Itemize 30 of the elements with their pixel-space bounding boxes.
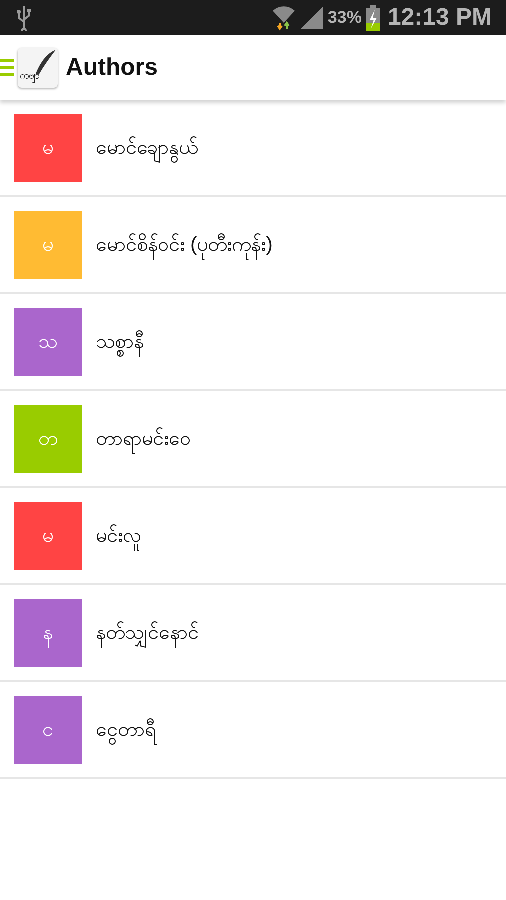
author-row[interactable]: မ မောင်စိန်ဝင်း (ပုတီးကုန်း) [0, 197, 506, 294]
author-row[interactable]: န နတ်သျှင်နောင် [0, 585, 506, 682]
usb-icon [16, 4, 32, 30]
author-name: တာရာမင်းဝေ [96, 424, 191, 454]
author-name: မောင်ချောနွယ် [96, 132, 198, 162]
battery-percent: 33% [328, 6, 362, 29]
author-row[interactable]: င ငွေတာရီ [0, 682, 506, 779]
initial-tile: န [14, 598, 82, 666]
author-row[interactable]: တ တာရာမင်းဝေ [0, 391, 506, 488]
initial-tile: သ [14, 308, 82, 376]
wifi-icon [272, 4, 296, 30]
author-row[interactable]: မ မင်းလူ [0, 488, 506, 585]
initial-tile: မ [14, 210, 82, 278]
screen-title: Authors [66, 52, 158, 82]
author-name: နတ်သျှင်နောင် [96, 618, 199, 648]
author-row[interactable]: မ မောင်ချောနွယ် [0, 100, 506, 197]
initial-tile: င [14, 696, 82, 764]
battery-charging-icon [366, 4, 380, 30]
author-name: မင်းလူ [96, 520, 142, 550]
menu-icon[interactable] [0, 58, 14, 78]
author-name: သစ္စာနီ [96, 326, 144, 356]
author-name: ငွေတာရီ [96, 714, 156, 744]
author-row[interactable]: သ သစ္စာနီ [0, 294, 506, 391]
initial-tile: မ [14, 502, 82, 570]
author-name: မောင်စိန်ဝင်း (ပုတီးကုန်း) [96, 230, 273, 260]
signal-icon [300, 6, 324, 30]
clock: 12:13 PM [388, 6, 492, 30]
initial-tile: မ [14, 114, 82, 182]
initial-tile: တ [14, 404, 82, 472]
app-icon[interactable]: ကဗျာ [18, 48, 58, 88]
